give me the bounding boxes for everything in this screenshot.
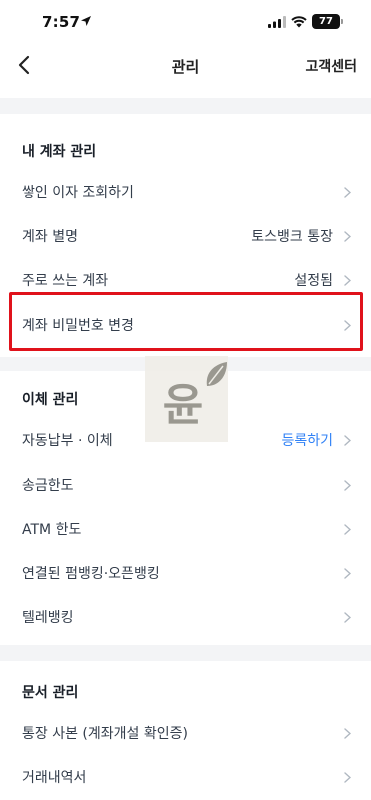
- wifi-icon: [291, 16, 307, 28]
- list-item-label: 주로 쓰는 계좌: [22, 273, 109, 289]
- list-item-firm-banking[interactable]: 연결된 펌뱅킹·오픈뱅킹: [0, 551, 371, 595]
- watermark-text: 윤: [163, 380, 203, 431]
- cellular-signal-icon: [268, 16, 286, 28]
- chevron-right-icon: [344, 435, 351, 446]
- list-item-telebanking[interactable]: 텔레뱅킹: [0, 595, 371, 639]
- chevron-right-icon: [344, 612, 351, 623]
- list-item-label: 계좌 별명: [22, 229, 78, 245]
- list-item-transaction-history[interactable]: 거래내역서: [0, 755, 371, 799]
- chevron-right-icon: [344, 480, 351, 491]
- list-item-label: 송금한도: [22, 478, 74, 494]
- list-item-atm-limit[interactable]: ATM 한도: [0, 507, 371, 551]
- chevron-right-icon: [344, 568, 351, 579]
- location-arrow-icon: [81, 16, 91, 26]
- customer-center-button[interactable]: 고객센터: [305, 56, 357, 76]
- chevron-right-icon: [344, 231, 351, 242]
- list-item-label: 거래내역서: [22, 770, 87, 786]
- list-item-label: 연결된 펌뱅킹·오픈뱅킹: [22, 566, 160, 582]
- section-title-transfer: 이체 관리: [22, 392, 79, 408]
- chevron-right-icon: [344, 728, 351, 739]
- section-divider: [0, 645, 371, 661]
- list-item-label: ATM 한도: [22, 522, 82, 538]
- section-divider: [0, 98, 371, 114]
- chevron-right-icon: [344, 772, 351, 783]
- status-time: 7:57: [42, 13, 81, 31]
- list-item-label: 통장 사본 (계좌개설 확인증): [22, 726, 188, 742]
- section-title-account: 내 계좌 관리: [22, 144, 97, 160]
- list-item-value: 설정됨: [294, 273, 333, 289]
- list-item-value: 토스뱅크 통장: [251, 229, 333, 245]
- list-item-label: 텔레뱅킹: [22, 610, 74, 626]
- chevron-right-icon: [344, 524, 351, 535]
- list-item-passbook-copy[interactable]: 통장 사본 (계좌개설 확인증): [0, 711, 371, 755]
- highlight-box: [9, 292, 363, 351]
- battery-tip: [341, 19, 343, 24]
- section-title-documents: 문서 관리: [22, 685, 79, 701]
- list-item-interest[interactable]: 쌓인 이자 조회하기: [0, 170, 371, 214]
- watermark-leaf-icon: 윤: [163, 362, 227, 431]
- status-bar: 7:57 77: [0, 0, 371, 44]
- battery-icon: 77: [312, 14, 340, 29]
- list-item-label: 쌓인 이자 조회하기: [22, 185, 134, 201]
- list-item-transfer-limit[interactable]: 송금한도: [0, 463, 371, 507]
- chevron-right-icon: [344, 275, 351, 286]
- register-link[interactable]: 등록하기: [281, 430, 333, 450]
- list-item-label: 자동납부 · 이체: [22, 433, 113, 449]
- nav-bar: 관리 고객센터: [0, 44, 371, 90]
- chevron-right-icon: [344, 187, 351, 198]
- watermark: 윤: [145, 356, 228, 442]
- list-item-account-nickname[interactable]: 계좌 별명 토스뱅크 통장: [0, 214, 371, 258]
